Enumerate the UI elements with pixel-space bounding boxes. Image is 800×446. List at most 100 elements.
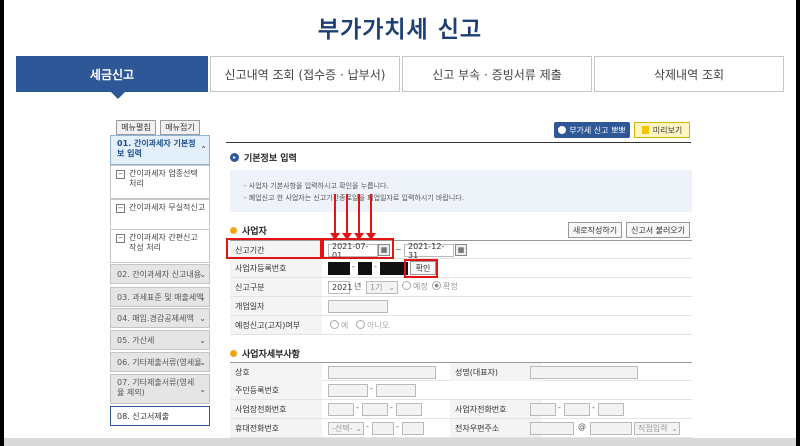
open-date-row: 개업일자	[230, 297, 692, 316]
radio-final[interactable]: 확정	[432, 281, 458, 292]
sidebar-item-report-content[interactable]: 02. 간이과세자 신고내용 ⌄	[110, 264, 210, 284]
sidebar-item-basic-info[interactable]: 01. 간이과세자 기본정보 입력 ⌃	[110, 135, 210, 165]
sidebar-item-other-docs-zero-rate[interactable]: 06. 기타제출서류(영세율 ⌄	[110, 352, 210, 372]
sidebar-subitem-label: 간이과세자 업종선택 처리	[129, 169, 198, 188]
trade-name-row: 상호 성명(대표자)	[230, 362, 692, 381]
sidebar-item-label: 02. 간이과세자 신고내용	[117, 269, 202, 279]
email-domain-input[interactable]	[590, 422, 632, 435]
period-tilde: ~	[395, 245, 402, 254]
dash-box-icon: −	[116, 170, 125, 179]
load-report-button[interactable]: 신고서 불러오기	[626, 222, 690, 238]
radio-notice-no[interactable]: 아니오	[356, 320, 389, 331]
tab-attachments[interactable]: 신고 부속 · 증빙서류 제출	[402, 56, 592, 92]
owner-phone-3[interactable]	[598, 403, 624, 416]
calendar-icon[interactable]: ▦	[455, 244, 467, 256]
resident-part2-input[interactable]	[376, 384, 416, 397]
notice-line: - 폐업신고 한 사업자는 신고기간종료일을 폐업일자로 입력하시기 바랍니다.	[244, 194, 464, 202]
chevron-down-icon: ⌄	[199, 270, 206, 279]
mobile-3[interactable]	[402, 422, 424, 435]
biz-phone-1[interactable]	[328, 403, 354, 416]
dash-box-icon: −	[116, 234, 125, 243]
rep-name-label: 성명(대표자)	[450, 363, 542, 381]
page-title: 부가가치세 신고	[317, 17, 483, 43]
sidebar-item-label: 07. 기타제출서류(영세율 제외)	[117, 378, 195, 397]
chevron-down-icon: ⌄	[671, 424, 678, 433]
sidebar-item-purchase-deduction[interactable]: 04. 매입.경감공제세액 ⌄	[110, 308, 210, 328]
biz-phone-3[interactable]	[396, 403, 422, 416]
detail-heading: 사업자세부사항	[230, 347, 300, 360]
tab-report-history[interactable]: 신고내역 조회 (접수증 · 납부서)	[210, 56, 400, 92]
resident-part1-input[interactable]	[328, 384, 368, 397]
open-date-input[interactable]	[328, 300, 388, 313]
radio-icon	[432, 281, 441, 290]
radio-label: 아니오	[367, 321, 390, 330]
dash-separator: -	[370, 384, 373, 393]
sidebar-item-other-docs-excl[interactable]: 07. 기타제출서류(영세율 제외) ⌄	[110, 374, 210, 404]
guide-button[interactable]: 부가세 신고 뽀뽀	[554, 122, 630, 138]
notice-row: 예정신고(고지)여부 예 아니오	[230, 316, 692, 335]
trade-name-label: 상호	[230, 363, 322, 381]
mobile-email-row: 휴대전화번호 -선택- ⌄ - - 전자우편주소 @ 직접입력 ⌄	[230, 419, 692, 438]
regno-label: 사업자등록번호	[230, 259, 322, 277]
chevron-down-icon: ⌄	[388, 283, 395, 292]
radio-scheduled[interactable]: 예정	[402, 281, 428, 292]
rep-name-input[interactable]	[530, 366, 638, 379]
dash-separator: -	[374, 262, 377, 271]
menu-collapse-button[interactable]: 메뉴접기	[160, 120, 200, 135]
mobile-select[interactable]: -선택- ⌄	[328, 422, 364, 435]
radio-notice-yes[interactable]: 예	[330, 320, 348, 331]
resident-label: 주민등록번호	[230, 381, 322, 399]
sidebar-item-label: 06. 기타제출서류(영세율	[117, 357, 202, 367]
menu-expand-button[interactable]: 메뉴펼침	[116, 120, 156, 135]
arrow-circle-icon: ▸	[230, 153, 239, 162]
preview-button[interactable]: 미리보기	[634, 122, 690, 138]
sidebar-item-label: 04. 매입.경감공제세액	[117, 313, 194, 323]
period-to-input[interactable]: 2021-12-31	[404, 242, 454, 260]
detail-title: 사업자세부사항	[242, 350, 300, 360]
sidebar-item-submit[interactable]: 08. 신고서제출	[110, 406, 210, 426]
tab-deleted-history[interactable]: 삭제내역 조회	[594, 56, 784, 92]
dash-separator: -	[366, 422, 369, 431]
regno-part2-masked[interactable]	[358, 262, 372, 275]
bottom-scroll-strip	[4, 438, 796, 446]
basic-info-title: 기본정보 입력	[244, 154, 297, 164]
mobile-select-value: -선택-	[332, 424, 353, 433]
highlight-confirm	[404, 259, 438, 278]
mobile-label: 휴대전화번호	[230, 419, 322, 437]
sidebar-subitem-simple-report[interactable]: − 간이과세자 간편신고 작성 처리	[110, 229, 210, 263]
sidebar-subitem-no-record[interactable]: − 간이과세자 무실적신고	[110, 199, 210, 233]
report-type-label: 신고구분	[230, 278, 322, 296]
regno-part1-masked[interactable]	[328, 262, 350, 275]
sidebar-item-penalty[interactable]: 05. 가산세 ⌄	[110, 330, 210, 350]
guide-icon	[558, 126, 567, 134]
chevron-down-icon: ⌄	[199, 293, 206, 302]
arrow-down-icon	[354, 194, 364, 240]
sidebar-subitem-label: 간이과세자 간편신고 작성 처리	[129, 233, 198, 252]
basic-info-heading: ▸ 기본정보 입력	[230, 151, 297, 164]
email-label: 전자우편주소	[450, 419, 542, 437]
tab-tax-report[interactable]: 세금신고	[16, 56, 208, 92]
dash-separator: -	[592, 403, 595, 412]
new-write-button[interactable]: 새로작성하기	[568, 222, 622, 238]
preview-label: 미리보기	[652, 125, 683, 135]
biz-phone-2[interactable]	[362, 403, 388, 416]
radio-icon	[402, 281, 411, 290]
chevron-down-icon: ⌄	[199, 336, 206, 345]
sidebar-item-label: 03. 과세표준 및 매출세액	[117, 292, 204, 302]
sidebar-subitem-business-type[interactable]: − 간이과세자 업종선택 처리	[110, 165, 210, 199]
term-select[interactable]: 1기 ⌄	[366, 281, 398, 294]
notice-label: 예정신고(고지)여부	[230, 316, 322, 334]
owner-phone-2[interactable]	[564, 403, 590, 416]
email-domain-select[interactable]: 직접입력 ⌄	[634, 422, 680, 435]
year-input[interactable]: 2021	[328, 281, 352, 294]
sidebar-subitem-label: 간이과세자 무실적신고	[129, 203, 206, 212]
chevron-down-icon: ⌄	[199, 358, 206, 367]
sidebar-item-tax-base[interactable]: 03. 과세표준 및 매출세액 ⌄	[110, 287, 210, 307]
mobile-2[interactable]	[372, 422, 394, 435]
email-id-input[interactable]	[530, 422, 574, 435]
trade-name-input[interactable]	[328, 366, 436, 379]
phone-row: 사업장전화번호 - - 사업자전화번호 - -	[230, 400, 692, 419]
bullet-icon	[230, 350, 237, 357]
owner-phone-1[interactable]	[530, 403, 556, 416]
sidebar-item-label: 01. 간이과세자 기본정보 입력	[117, 139, 196, 158]
